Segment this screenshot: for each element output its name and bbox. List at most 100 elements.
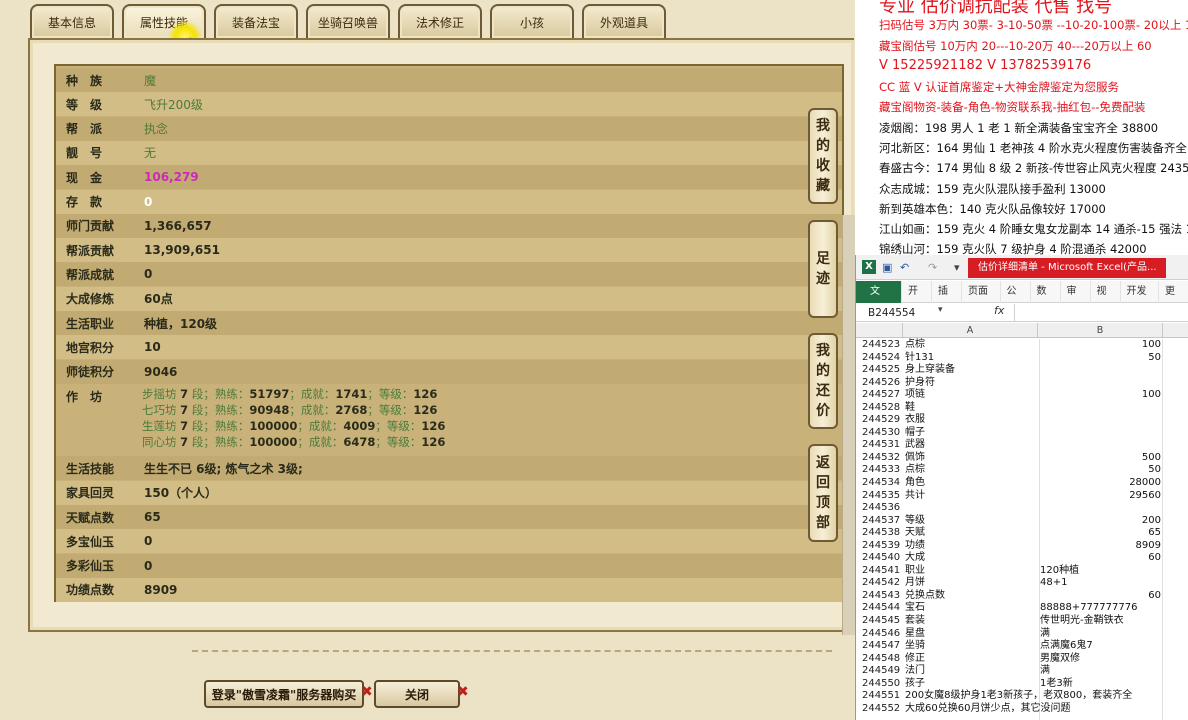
ribbon-tab[interactable]: 插入 [932, 281, 962, 319]
tab-equipment[interactable]: 装备法宝 [214, 4, 298, 38]
tab-appearance-items[interactable]: 外观道具 [582, 4, 666, 38]
row-number[interactable]: 244533 [862, 464, 904, 477]
cell-b[interactable]: 500 [1040, 452, 1161, 465]
ribbon-tab[interactable]: 更多 [1159, 281, 1188, 319]
cell-a[interactable]: 兑换点数 [905, 590, 1039, 603]
cell-a[interactable]: 大成60兑换60月饼少点，其它没问题 [905, 703, 1070, 716]
tab-mounts-summons[interactable]: 坐骑召唤兽 [306, 4, 390, 38]
tab-basic-info[interactable]: 基本信息 [30, 4, 114, 38]
ribbon-tab[interactable]: 开始 [902, 281, 932, 319]
cell-b[interactable]: 29560 [1040, 490, 1161, 503]
row-number[interactable]: 244535 [862, 490, 904, 503]
row-number[interactable]: 244524 [862, 352, 904, 365]
close-button[interactable]: 关闭 [374, 680, 460, 708]
ribbon-tab[interactable]: 视图 [1091, 281, 1121, 319]
cell-b[interactable]: 满 [1040, 665, 1161, 678]
back-to-top-button[interactable]: 返回顶部 [808, 444, 838, 542]
row-number[interactable]: 244549 [862, 665, 904, 678]
login-server-purchase-button[interactable]: 登录"傲雪凌霜"服务器购买 [204, 680, 364, 708]
row-number[interactable]: 244523 [862, 339, 904, 352]
cell-b[interactable]: 50 [1040, 352, 1161, 365]
row-number[interactable]: 244529 [862, 414, 904, 427]
cell-b[interactable]: 120种植 [1040, 565, 1161, 578]
cell-a[interactable]: 200女魔8级护身1老3新孩子，老双800，套装齐全 [905, 690, 1132, 703]
cell-a[interactable]: 角色 [905, 477, 1039, 490]
cell-a[interactable]: 月饼 [905, 577, 1039, 590]
cell-b[interactable]: 28000 [1040, 477, 1161, 490]
save-icon[interactable]: ▣ [882, 261, 892, 274]
row-number[interactable]: 244539 [862, 540, 904, 553]
row-number[interactable]: 244537 [862, 515, 904, 528]
cell-a[interactable]: 天赋 [905, 527, 1039, 540]
row-number[interactable]: 244531 [862, 439, 904, 452]
name-box[interactable]: B244554 [868, 305, 948, 321]
tab-spell-correction[interactable]: 法术修正 [398, 4, 482, 38]
cell-b[interactable]: 传世明光-金鞘铁衣 [1040, 615, 1161, 628]
cell-a[interactable]: 功绩 [905, 540, 1039, 553]
ribbon-tab[interactable]: 审阅 [1061, 281, 1091, 319]
row-number[interactable]: 244527 [862, 389, 904, 402]
row-number[interactable]: 244528 [862, 402, 904, 415]
row-number[interactable]: 244540 [862, 552, 904, 565]
fx-icon[interactable]: fx [994, 304, 1004, 317]
cell-a[interactable]: 点棕 [905, 464, 1039, 477]
cell-a[interactable]: 星盘 [905, 628, 1039, 641]
row-number[interactable]: 244526 [862, 377, 904, 390]
undo-icon[interactable]: ↶ [900, 261, 909, 274]
cell-b[interactable]: 8909 [1040, 540, 1161, 553]
cell-a[interactable]: 职业 [905, 565, 1039, 578]
quick-access-dropdown-icon[interactable]: ▾ [954, 261, 960, 274]
row-number[interactable]: 244541 [862, 565, 904, 578]
cell-b[interactable]: 100 [1040, 339, 1161, 352]
row-number[interactable]: 244551 [862, 690, 904, 703]
cell-b[interactable]: 200 [1040, 515, 1161, 528]
ribbon-tab[interactable]: 数据 [1031, 281, 1061, 319]
cell-b[interactable]: 65 [1040, 527, 1161, 540]
ribbon-tab[interactable]: 文件 [856, 281, 902, 319]
row-number[interactable]: 244545 [862, 615, 904, 628]
row-number[interactable]: 244530 [862, 427, 904, 440]
cell-a[interactable]: 修正 [905, 653, 1039, 666]
cell-a[interactable]: 针131 [905, 352, 1039, 365]
cell-b[interactable]: 50 [1040, 464, 1161, 477]
cell-a[interactable]: 身上穿装备 [905, 364, 1039, 377]
cell-a[interactable]: 套装 [905, 615, 1039, 628]
cell-a[interactable]: 等级 [905, 515, 1039, 528]
cell-a[interactable]: 点棕 [905, 339, 1039, 352]
cell-b[interactable]: 点满魔6鬼7 [1040, 640, 1161, 653]
row-number[interactable]: 244548 [862, 653, 904, 666]
cell-b[interactable]: 1老3新 [1040, 678, 1161, 691]
my-favorites-button[interactable]: 我的收藏 [808, 108, 838, 204]
cell-a[interactable]: 大成 [905, 552, 1039, 565]
cell-b[interactable]: 48+1 [1040, 577, 1161, 590]
cell-a[interactable]: 帽子 [905, 427, 1039, 440]
name-box-dropdown-icon[interactable]: ▾ [938, 305, 943, 315]
row-number[interactable]: 244536 [862, 502, 904, 515]
row-number[interactable]: 244550 [862, 678, 904, 691]
row-number[interactable]: 244546 [862, 628, 904, 641]
row-number[interactable]: 244534 [862, 477, 904, 490]
cell-b[interactable]: 男魔双修 [1040, 653, 1161, 666]
row-number[interactable]: 244543 [862, 590, 904, 603]
cell-b[interactable]: 满 [1040, 628, 1161, 641]
tab-child[interactable]: 小孩 [490, 4, 574, 38]
footprint-button[interactable]: 足迹 [808, 220, 838, 318]
redo-icon[interactable]: ↷ [928, 261, 937, 274]
cell-a[interactable]: 武器 [905, 439, 1039, 452]
cell-a[interactable]: 项链 [905, 389, 1039, 402]
cell-a[interactable]: 佩饰 [905, 452, 1039, 465]
cell-b[interactable]: 100 [1040, 389, 1161, 402]
cell-a[interactable]: 共计 [905, 490, 1039, 503]
scrollbar[interactable] [842, 215, 855, 635]
cell-a[interactable]: 护身符 [905, 377, 1039, 390]
cell-b[interactable]: 60 [1040, 590, 1161, 603]
column-header-b[interactable]: B [1038, 323, 1163, 338]
row-number[interactable]: 244552 [862, 703, 904, 716]
ribbon-tab[interactable]: 公式 [1001, 281, 1031, 319]
cell-a[interactable]: 孩子 [905, 678, 1039, 691]
row-number[interactable]: 244538 [862, 527, 904, 540]
ribbon-tab[interactable]: 开发工 [1121, 281, 1159, 319]
cell-b[interactable]: 88888+777777776 [1040, 602, 1161, 615]
cell-a[interactable]: 鞋 [905, 402, 1039, 415]
column-header-a[interactable]: A [902, 323, 1038, 338]
